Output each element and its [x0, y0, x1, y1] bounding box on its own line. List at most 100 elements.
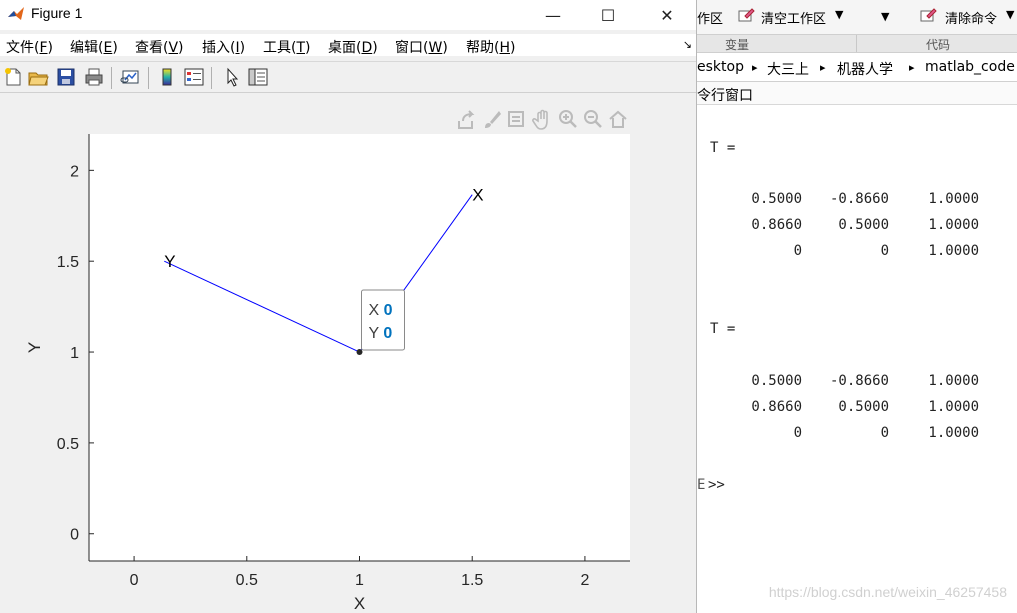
menu-edit[interactable]: 编辑(E)	[70, 37, 118, 57]
datatip[interactable]: X 0 Y 0	[361, 289, 405, 351]
command-window-title: 令行窗口	[697, 88, 753, 104]
plot-background	[89, 134, 630, 561]
path-segment[interactable]: 大三上	[767, 59, 809, 79]
toolbar-separator	[111, 67, 112, 89]
path-segment[interactable]: 机器人学	[837, 59, 893, 79]
x-axis-label: X	[354, 594, 365, 613]
datatip-y-row: Y 0	[369, 325, 393, 342]
menu-view[interactable]: 查看(V)	[135, 37, 184, 57]
matrix-cell: 0.8660	[751, 399, 802, 415]
axis-end-label: Y	[164, 252, 175, 271]
output-var-label: T =	[710, 321, 736, 337]
x-tick-label: 0	[130, 572, 139, 589]
axes-chart[interactable]: 0 0.5 1 1.5 2 0 0.5 1 1.5 2 X Y X Y X 0 Y 0	[0, 93, 696, 613]
menu-window[interactable]: 窗口(W)	[395, 37, 448, 57]
y-tick-label: 2	[70, 163, 79, 180]
colorbar-icon[interactable]	[156, 66, 178, 88]
section-code-label: 代码	[926, 38, 951, 52]
clear-workspace-button[interactable]: 清空工作区	[761, 8, 826, 27]
x-tick-label: 0.5	[236, 572, 258, 589]
menu-help[interactable]: 帮助(H)	[466, 37, 515, 57]
y-tick-label: 0	[70, 527, 79, 544]
section-divider	[856, 35, 857, 52]
menu-insert[interactable]: 插入(I)	[202, 37, 245, 57]
matlab-main-window: 作区 清空工作区 ▼ ▼ 清除命令 ▼ 变量 代码 esktop ▸ 大三上 ▸…	[697, 0, 1017, 613]
matrix-cell: 1.0000	[928, 243, 979, 259]
menu-tools[interactable]: 工具(T)	[263, 37, 311, 57]
matrix-cell: 0.5000	[838, 399, 889, 415]
ribbon-section-labels: 变量 代码	[697, 34, 1017, 53]
command-prompt[interactable]: >>	[708, 477, 725, 493]
open-file-icon[interactable]	[27, 66, 49, 88]
matrix-cell: 0	[880, 243, 889, 259]
minimize-button[interactable]: —	[530, 0, 576, 30]
path-separator-icon: ▸	[820, 61, 826, 74]
ribbon: 作区 清空工作区 ▼ ▼ 清除命令 ▼	[697, 0, 1017, 34]
axis-end-label: X	[472, 186, 483, 205]
current-folder-path[interactable]: esktop ▸ 大三上 ▸ 机器人学 ▸ matlab_code	[697, 53, 1017, 82]
path-separator-icon: ▸	[909, 61, 915, 74]
maximize-button[interactable]: ☐	[585, 0, 631, 30]
path-segment[interactable]: matlab_code	[925, 59, 1015, 75]
figure-title-bar[interactable]: Figure 1 — ☐ ✕	[0, 0, 696, 30]
matrix-cell: 0	[793, 243, 802, 259]
matrix-cell: 1.0000	[928, 191, 979, 207]
output-var-label: T =	[710, 140, 736, 156]
y-tick-label: 1	[70, 345, 79, 362]
x-tick-label: 2	[580, 572, 589, 589]
matlab-logo-icon	[8, 7, 24, 20]
clear-workspace-partial-label[interactable]: 作区	[697, 8, 723, 27]
property-inspector-icon[interactable]	[247, 66, 269, 88]
pointer-icon[interactable]	[221, 66, 243, 88]
matrix-cell: 0.5000	[751, 373, 802, 389]
figure-window: Figure 1 — ☐ ✕ 文件(F) 编辑(E) 查看(V) 插入(I) 工…	[0, 0, 697, 613]
ribbon-dropdown-icon[interactable]: ▼	[881, 10, 889, 23]
matrix-cell: 1.0000	[928, 217, 979, 233]
y-axis-label: Y	[25, 342, 44, 353]
close-button[interactable]: ✕	[644, 0, 690, 30]
matrix-cell: 1.0000	[928, 373, 979, 389]
datatip-x-row: X 0	[369, 302, 393, 319]
clear-commands-icon[interactable]	[919, 6, 937, 24]
toolbar-separator	[148, 67, 149, 89]
figure-toolbar	[0, 61, 696, 93]
save-icon[interactable]	[55, 66, 77, 88]
print-icon[interactable]	[83, 66, 105, 88]
matrix-cell: -0.8660	[829, 191, 889, 207]
command-window-header: 令行窗口	[697, 82, 1017, 105]
path-separator-icon: ▸	[752, 61, 758, 74]
matrix-cell: -0.8660	[829, 373, 889, 389]
datatip-marker	[356, 349, 363, 356]
minimize-icon: —	[545, 5, 561, 25]
menu-desktop[interactable]: 桌面(D)	[328, 37, 378, 57]
matrix-cell: 0	[793, 425, 802, 441]
figure-menu-bar: 文件(F) 编辑(E) 查看(V) 插入(I) 工具(T) 桌面(D) 窗口(W…	[0, 34, 696, 56]
x-tick-label: 1.5	[461, 572, 483, 589]
path-segment[interactable]: esktop	[697, 59, 744, 75]
clear-commands-button[interactable]: 清除命令	[945, 8, 997, 27]
new-figure-icon[interactable]	[2, 66, 24, 88]
prompt-partial-glyph: E	[697, 477, 706, 493]
clear-commands-dropdown-icon[interactable]: ▼	[1006, 8, 1014, 21]
clear-workspace-dropdown-icon[interactable]: ▼	[835, 8, 843, 21]
maximize-icon: ☐	[600, 5, 616, 25]
menu-file[interactable]: 文件(F)	[6, 37, 53, 57]
x-tick-label: 1	[355, 572, 364, 589]
matrix-cell: 0.5000	[751, 191, 802, 207]
matrix-cell: 1.0000	[928, 399, 979, 415]
toolbar-separator	[211, 67, 212, 89]
matrix-cell: 0	[880, 425, 889, 441]
watermark: https://blog.csdn.net/weixin_46257458	[768, 584, 1007, 600]
matrix-cell: 0.5000	[838, 217, 889, 233]
matrix-cell: 1.0000	[928, 425, 979, 441]
matrix-cell: 0.8660	[751, 217, 802, 233]
dock-figure-icon[interactable]: ↘	[683, 38, 692, 51]
clear-workspace-icon[interactable]	[737, 6, 755, 24]
figure-title: Figure 1	[31, 5, 83, 21]
y-tick-label: 0.5	[57, 436, 79, 453]
command-window[interactable]: T = 0.5000 -0.8660 1.0000 0.8660 0.5000 …	[697, 105, 1017, 613]
link-plot-icon[interactable]	[120, 66, 142, 88]
y-tick-label: 1.5	[57, 254, 79, 271]
section-variable-label: 变量	[725, 38, 750, 52]
legend-icon[interactable]	[183, 66, 205, 88]
